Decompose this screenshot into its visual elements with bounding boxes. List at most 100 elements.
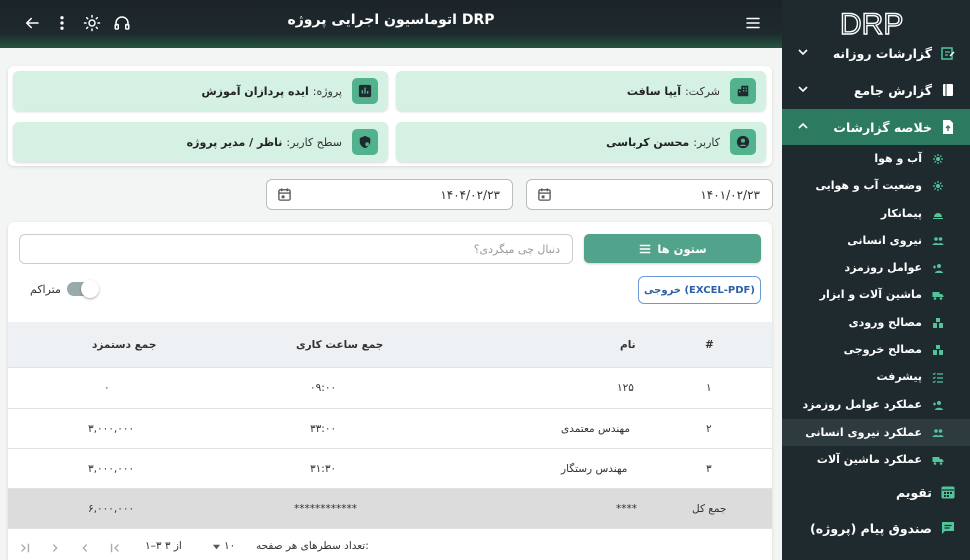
sidebar-item-daily-reports[interactable]: گزارشات روزانه <box>782 35 970 71</box>
cumulative-toggle[interactable] <box>66 280 99 298</box>
sidebar-item-report-summary[interactable]: خلاصه گزارشات <box>782 109 970 145</box>
sidebar-subitem[interactable]: عوامل روزمزد <box>782 254 970 281</box>
pagination-range: ۱–۳ از ۳ <box>145 540 182 552</box>
chevron-up-icon <box>798 122 808 129</box>
caret-down-icon <box>212 544 221 549</box>
person-add-icon <box>932 399 944 411</box>
date-to-value: ۱۴۰۴/۰۲/۲۳ <box>440 187 500 202</box>
calendar-icon[interactable] <box>537 187 552 202</box>
date-from-field[interactable]: ۱۴۰۱/۰۲/۲۳ <box>526 179 773 210</box>
project-label: پروژه: <box>312 84 342 98</box>
export-button[interactable]: خروجی (EXCEL-PDF) <box>638 276 761 304</box>
row-wage: ۳,۰۰۰,۰۰۰ <box>88 462 135 475</box>
people-icon <box>932 235 944 247</box>
column-header: جمع ساعت کاری <box>296 338 384 351</box>
file-upload-icon <box>940 119 956 135</box>
table-row[interactable]: ۱ ۱۲۵ ۰۹:۰۰ ۰ <box>8 368 772 409</box>
search-input[interactable]: دنبال چی میگردی؟ <box>19 234 573 264</box>
menu-icon[interactable] <box>742 12 764 34</box>
chevron-down-icon <box>798 49 808 56</box>
sidebar-subitem-label: آب و هوا <box>874 152 922 165</box>
first-page-icon[interactable] <box>18 541 32 555</box>
user-level-label: سطح کاربر: <box>286 135 342 149</box>
table-row[interactable]: ۲ مهندس معتمدی ۳۳:۰۰ ۳,۰۰۰,۰۰۰ <box>8 409 772 449</box>
materials-icon <box>932 317 944 329</box>
top-bar: اتوماسیون اجرایی پروژه DRP <box>0 0 782 48</box>
sidebar-item-calendar[interactable]: تقویم <box>782 474 970 510</box>
sidebar-subitem[interactable]: آب و هوا <box>782 145 970 172</box>
sidebar-item-label: تقویم <box>895 484 932 500</box>
project-value: ایده پردازان آموزش <box>201 84 309 98</box>
calendar-icon <box>940 484 956 500</box>
user-value: محسن کرباسی <box>606 135 690 149</box>
sidebar-subitem[interactable]: عملکرد نیروی انسانی <box>782 419 970 446</box>
sidebar-item-label: گزارش جامع <box>853 82 932 98</box>
columns-label: ستون ها <box>657 241 707 256</box>
column-header: نام <box>620 338 636 351</box>
book-icon <box>940 82 956 98</box>
contractor-icon <box>932 208 944 220</box>
next-page-icon[interactable] <box>78 541 92 555</box>
sidebar-subitem[interactable]: عملکرد ماشین آلات <box>782 446 970 473</box>
truck-icon <box>932 289 944 301</box>
list-icon <box>640 244 651 253</box>
total-hours: ************ <box>294 502 357 515</box>
materials-icon <box>932 344 944 356</box>
more-vertical-icon[interactable] <box>51 12 73 34</box>
weather-icon <box>932 180 944 192</box>
checklist-icon <box>932 371 944 383</box>
project-info: پروژه: ایده پردازان آموزش <box>13 71 388 111</box>
table-total-row: جمع کل **** ************ ۶,۰۰۰,۰۰۰ <box>8 489 772 529</box>
shield-icon <box>352 129 378 155</box>
row-number: ۳ <box>706 462 712 475</box>
message-icon <box>940 520 956 536</box>
row-number: ۱ <box>706 382 712 394</box>
previous-page-icon[interactable] <box>48 541 62 555</box>
row-name: مهندس رستگار <box>561 462 628 475</box>
back-arrow-icon[interactable] <box>21 12 43 34</box>
headset-icon[interactable] <box>111 12 133 34</box>
last-page-icon[interactable] <box>108 541 122 555</box>
sidebar-item-label: گزارشات روزانه <box>832 45 932 61</box>
table-header-row: # نام جمع ساعت کاری جمع دستمزد <box>8 322 772 368</box>
sidebar-subitem-label: عملکرد عوامل روزمزد <box>802 398 922 411</box>
report-edit-icon <box>940 45 956 61</box>
row-hours: ۰۹:۰۰ <box>310 382 337 394</box>
sidebar-subitem[interactable]: پیمانکار <box>782 200 970 227</box>
sidebar-subitem[interactable]: وضعیت آب و هوایی <box>782 172 970 199</box>
rows-per-page-label: تعداد سطرهای هر صفحه: <box>256 540 369 552</box>
chart-icon <box>352 78 378 104</box>
sidebar-subitem[interactable]: عملکرد عوامل روزمزد <box>782 391 970 418</box>
sidebar-subitem[interactable]: نیروی انسانی <box>782 227 970 254</box>
sidebar-item-label: خلاصه گزارشات <box>833 119 932 135</box>
search-placeholder: دنبال چی میگردی؟ <box>473 242 560 256</box>
row-hours: ۳۳:۰۰ <box>310 422 337 435</box>
sidebar-subitem-label: عوامل روزمزد <box>844 261 922 274</box>
user-info: کاربر: محسن کرباسی <box>396 122 766 162</box>
sidebar-subitem-label: ماشین آلات و ابزار <box>819 288 922 301</box>
row-wage: ۰ <box>104 382 110 394</box>
row-wage: ۳,۰۰۰,۰۰۰ <box>88 422 135 435</box>
sun-icon[interactable] <box>81 12 103 34</box>
row-name: مهندس معتمدی <box>561 422 630 435</box>
sidebar-subitem[interactable]: مصالح ورودی <box>782 309 970 336</box>
calendar-icon[interactable] <box>277 187 292 202</box>
table-row[interactable]: ۳ مهندس رستگار ۳۱:۳۰ ۳,۰۰۰,۰۰۰ <box>8 449 772 489</box>
sidebar-subitem[interactable]: پیشرفت <box>782 363 970 390</box>
sidebar-subitem[interactable]: مصالح خروجی <box>782 336 970 363</box>
sidebar-subitem-label: پیمانکار <box>880 207 922 220</box>
date-to-field[interactable]: ۱۴۰۴/۰۲/۲۳ <box>266 179 513 210</box>
sidebar-item-message-box[interactable]: صندوق پیام (پروژه) <box>782 510 970 546</box>
columns-button[interactable]: ستون ها <box>584 234 761 263</box>
sidebar-subitem-label: عملکرد ماشین آلات <box>816 453 922 466</box>
building-icon <box>730 78 756 104</box>
sidebar-subitem-label: وضعیت آب و هوایی <box>815 179 922 192</box>
person-add-icon <box>932 262 944 274</box>
company-label: شرکت: <box>684 84 720 98</box>
sidebar-item-comprehensive-report[interactable]: گزارش جامع <box>782 72 970 108</box>
sidebar-subitem[interactable]: ماشین آلات و ابزار <box>782 281 970 308</box>
sidebar-subitem-label: مصالح ورودی <box>848 316 922 329</box>
rows-per-page-select[interactable]: ۱۰ <box>212 540 235 552</box>
company-info: شرکت: آیپا سافت <box>396 71 766 111</box>
weather-icon <box>932 153 944 165</box>
